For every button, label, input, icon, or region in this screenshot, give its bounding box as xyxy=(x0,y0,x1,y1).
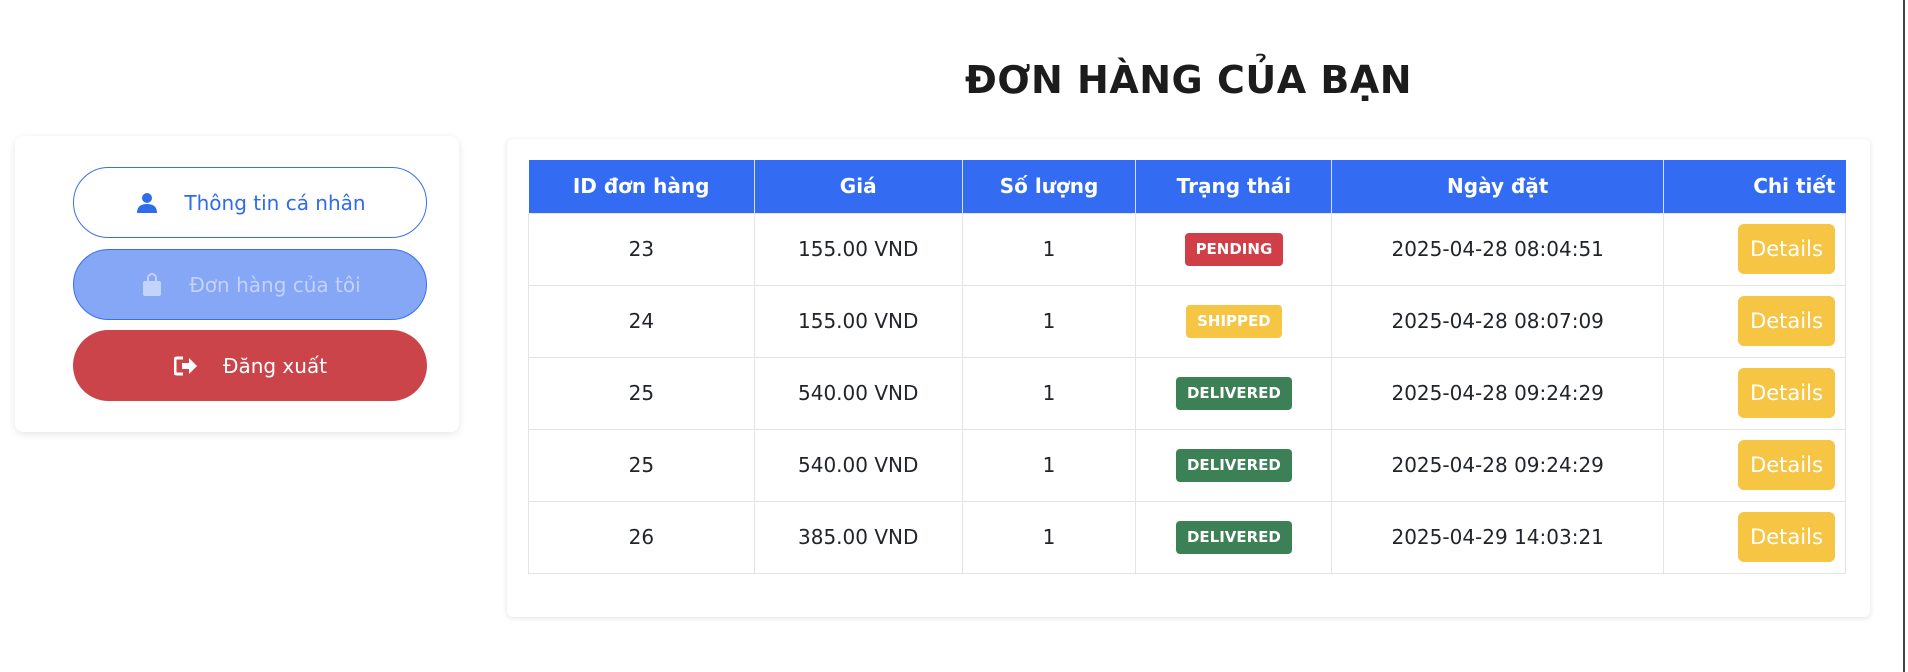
header-price[interactable]: Giá xyxy=(754,160,963,213)
order-id-cell: 26 xyxy=(528,500,755,574)
quantity-cell: 1 xyxy=(961,356,1137,430)
date-cell: 2025-04-28 08:04:51 xyxy=(1331,212,1665,286)
status-badge: PENDING xyxy=(1184,232,1284,266)
window-scrollbar[interactable] xyxy=(1903,0,1905,672)
status-badge: SHIPPED xyxy=(1186,304,1282,338)
price-cell: 155.00 VND xyxy=(753,284,963,358)
sign-out-icon xyxy=(173,353,199,379)
price-cell: 385.00 VND xyxy=(753,500,963,574)
date-cell: 2025-04-28 09:24:29 xyxy=(1331,428,1665,502)
status-cell: DELIVERED xyxy=(1135,428,1333,502)
profile-button[interactable]: Thông tin cá nhân xyxy=(73,167,427,238)
details-button[interactable]: Details xyxy=(1738,512,1835,562)
details-button[interactable]: Details xyxy=(1738,224,1835,274)
status-badge: DELIVERED xyxy=(1175,520,1292,554)
details-cell: Details xyxy=(1663,356,1846,430)
order-id-cell: 23 xyxy=(528,212,755,286)
my-orders-button[interactable]: Đơn hàng của tôi xyxy=(73,249,427,320)
quantity-cell: 1 xyxy=(961,284,1137,358)
header-order-date[interactable]: Ngày đặt xyxy=(1331,160,1665,213)
quantity-cell: 1 xyxy=(961,428,1137,502)
order-id-cell: 25 xyxy=(528,356,755,430)
date-cell: 2025-04-28 09:24:29 xyxy=(1331,356,1665,430)
status-cell: DELIVERED xyxy=(1135,500,1333,574)
page-title: ĐƠN HÀNG CỦA BẠN xyxy=(964,58,1413,102)
status-badge: DELIVERED xyxy=(1175,448,1292,482)
details-button[interactable]: Details xyxy=(1738,440,1835,490)
table-row: 23 155.00 VND 1 PENDING 2025-04-28 08:04… xyxy=(528,212,1846,286)
details-cell: Details xyxy=(1663,428,1846,502)
header-order-id[interactable]: ID đơn hàng xyxy=(528,160,755,213)
quantity-cell: 1 xyxy=(961,500,1137,574)
user-icon xyxy=(134,190,160,216)
date-cell: 2025-04-28 08:07:09 xyxy=(1331,284,1665,358)
logout-button-label: Đăng xuất xyxy=(222,353,328,378)
order-id-cell: 25 xyxy=(528,428,755,502)
shopping-bag-icon xyxy=(139,272,165,298)
quantity-cell: 1 xyxy=(961,212,1137,286)
order-id-cell: 24 xyxy=(528,284,755,358)
price-cell: 155.00 VND xyxy=(753,212,963,286)
details-cell: Details xyxy=(1663,212,1846,286)
header-quantity[interactable]: Số lượng xyxy=(962,160,1137,213)
price-cell: 540.00 VND xyxy=(753,356,963,430)
details-cell: Details xyxy=(1663,284,1846,358)
orders-table: ID đơn hàng Giá Số lượng Trạng thái Ngày… xyxy=(528,160,1846,574)
table-header-row: ID đơn hàng Giá Số lượng Trạng thái Ngày… xyxy=(528,160,1846,213)
orders-card: ID đơn hàng Giá Số lượng Trạng thái Ngày… xyxy=(507,139,1870,617)
details-cell: Details xyxy=(1663,500,1846,574)
table-row: 24 155.00 VND 1 SHIPPED 2025-04-28 08:07… xyxy=(528,284,1846,358)
header-status[interactable]: Trạng thái xyxy=(1135,160,1333,213)
details-button[interactable]: Details xyxy=(1738,368,1835,418)
header-details[interactable]: Chi tiết xyxy=(1663,160,1846,213)
table-row: 25 540.00 VND 1 DELIVERED 2025-04-28 09:… xyxy=(528,428,1846,502)
my-orders-button-label: Đơn hàng của tôi xyxy=(189,272,361,297)
table-row: 25 540.00 VND 1 DELIVERED 2025-04-28 09:… xyxy=(528,356,1846,430)
logout-button[interactable]: Đăng xuất xyxy=(73,330,427,401)
sidebar-card: Thông tin cá nhân Đơn hàng của tôi Đăng … xyxy=(15,136,459,432)
date-cell: 2025-04-29 14:03:21 xyxy=(1331,500,1665,574)
status-badge: DELIVERED xyxy=(1175,376,1292,410)
status-cell: DELIVERED xyxy=(1135,356,1333,430)
status-cell: PENDING xyxy=(1135,212,1333,286)
details-button[interactable]: Details xyxy=(1738,296,1835,346)
price-cell: 540.00 VND xyxy=(753,428,963,502)
table-row: 26 385.00 VND 1 DELIVERED 2025-04-29 14:… xyxy=(528,500,1846,574)
status-cell: SHIPPED xyxy=(1135,284,1333,358)
profile-button-label: Thông tin cá nhân xyxy=(184,190,366,215)
